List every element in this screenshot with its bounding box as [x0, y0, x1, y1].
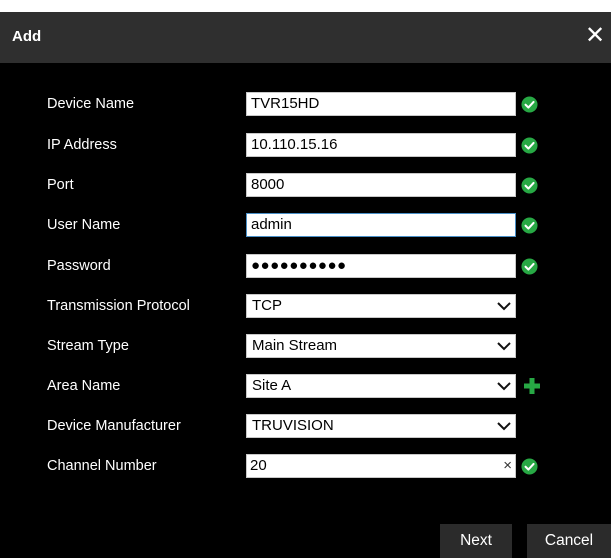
- stream-type-value: Main Stream: [252, 337, 338, 354]
- add-device-dialog: Add ✕ Device Name TVR15HD IP Address 10.…: [0, 12, 611, 558]
- stream-type-label: Stream Type: [47, 338, 129, 354]
- password-input[interactable]: ●●●●●●●●●●: [246, 254, 516, 278]
- chevron-down-icon: [497, 342, 511, 351]
- channel-number-value: 20: [250, 457, 267, 474]
- channel-number-input[interactable]: 20 ×: [246, 454, 516, 478]
- check-circle-icon: [521, 96, 538, 113]
- device-manufacturer-value: TRUVISION: [252, 417, 334, 434]
- dialog-title: Add: [12, 28, 42, 45]
- device-name-input[interactable]: TVR15HD: [246, 92, 516, 116]
- device-name-label: Device Name: [47, 96, 135, 112]
- check-circle-icon: [521, 177, 538, 194]
- user-name-row: User Name admin: [0, 213, 611, 239]
- check-circle-icon: [521, 458, 538, 475]
- port-label: Port: [47, 177, 74, 193]
- add-area-plus-icon[interactable]: [524, 378, 540, 394]
- dialog-titlebar: Add ✕: [0, 12, 611, 63]
- user-name-label: User Name: [47, 217, 121, 233]
- chevron-down-icon: [497, 302, 511, 311]
- password-row: Password ●●●●●●●●●●: [0, 254, 611, 280]
- transmission-protocol-value: TCP: [252, 297, 282, 314]
- transmission-protocol-row: Transmission Protocol TCP: [0, 294, 611, 320]
- check-circle-icon: [521, 217, 538, 234]
- stream-type-select[interactable]: Main Stream: [246, 334, 516, 358]
- device-manufacturer-select[interactable]: TRUVISION: [246, 414, 516, 438]
- check-circle-icon: [521, 137, 538, 154]
- device-manufacturer-label: Device Manufacturer: [47, 418, 181, 434]
- transmission-protocol-select[interactable]: TCP: [246, 294, 516, 318]
- channel-number-row: Channel Number 20 ×: [0, 454, 611, 480]
- ip-address-row: IP Address 10.110.15.16: [0, 133, 611, 159]
- next-button[interactable]: Next: [440, 524, 512, 558]
- device-name-row: Device Name TVR15HD: [0, 92, 611, 118]
- check-circle-icon: [521, 258, 538, 275]
- chevron-down-icon: [497, 382, 511, 391]
- ip-address-label: IP Address: [47, 137, 117, 153]
- transmission-protocol-label: Transmission Protocol: [47, 298, 190, 314]
- clear-icon[interactable]: ×: [503, 455, 512, 477]
- port-row: Port 8000: [0, 173, 611, 199]
- area-name-select[interactable]: Site A: [246, 374, 516, 398]
- ip-address-input[interactable]: 10.110.15.16: [246, 133, 516, 157]
- area-name-row: Area Name Site A: [0, 374, 611, 400]
- close-icon[interactable]: ✕: [583, 22, 607, 50]
- channel-number-label: Channel Number: [47, 458, 157, 474]
- cancel-button[interactable]: Cancel: [527, 524, 611, 558]
- device-manufacturer-row: Device Manufacturer TRUVISION: [0, 414, 611, 440]
- chevron-down-icon: [497, 422, 511, 431]
- area-name-value: Site A: [252, 377, 292, 394]
- stream-type-row: Stream Type Main Stream: [0, 334, 611, 360]
- area-name-label: Area Name: [47, 378, 121, 394]
- password-label: Password: [47, 258, 111, 274]
- port-input[interactable]: 8000: [246, 173, 516, 197]
- user-name-input[interactable]: admin: [246, 213, 516, 237]
